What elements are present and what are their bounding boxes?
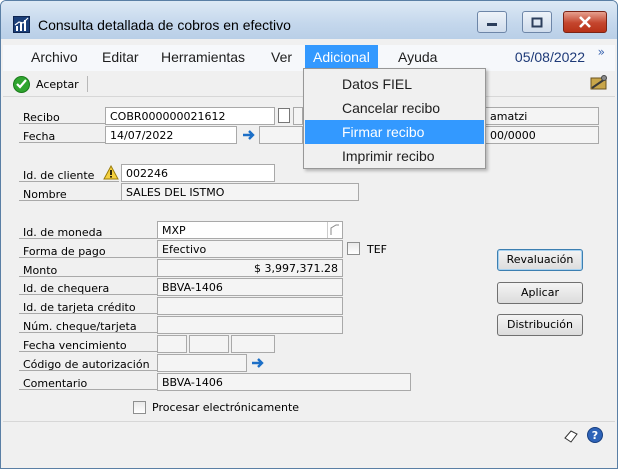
recibo-field[interactable]: COBR000000021612	[105, 107, 275, 125]
comentario-underline	[19, 389, 157, 390]
tools-icon[interactable]	[589, 74, 609, 92]
menu-herramientas[interactable]: Herramientas	[161, 49, 245, 65]
menu-ver[interactable]: Ver	[271, 49, 292, 65]
tarjeta-underline	[19, 313, 157, 314]
tef-checkbox[interactable]	[347, 242, 360, 255]
warning-icon	[103, 164, 119, 180]
fecha-extra-field	[259, 126, 303, 144]
menu-ayuda[interactable]: Ayuda	[398, 49, 437, 65]
accept-button[interactable]: Aceptar	[13, 75, 79, 93]
autorizacion-arrow-icon[interactable]	[250, 355, 266, 371]
cliente-underline	[19, 181, 119, 182]
vencimiento-month-field	[189, 335, 229, 353]
document-icon[interactable]	[278, 108, 290, 123]
vencimiento-underline	[19, 351, 157, 352]
moneda-field[interactable]: MXP	[157, 221, 343, 239]
forma-pago-underline	[19, 257, 157, 258]
cliente-field[interactable]: 002246	[121, 164, 275, 182]
menu-archivo[interactable]: Archivo	[31, 49, 78, 65]
tef-label: TEF	[367, 243, 387, 256]
num-cheque-field	[157, 316, 343, 334]
arrow-right-icon[interactable]	[241, 127, 257, 143]
adicional-dropdown: Datos FIEL Cancelar recibo Firmar recibo…	[303, 68, 486, 169]
monto-underline	[19, 276, 157, 277]
nombre-underline	[19, 200, 121, 201]
toolbar-separator	[87, 76, 88, 92]
maximize-button[interactable]	[522, 11, 552, 33]
close-icon	[564, 12, 606, 32]
chequera-field: BBVA-1406	[157, 278, 343, 296]
menu-editar[interactable]: Editar	[102, 49, 139, 65]
chequera-underline	[19, 294, 157, 295]
usuario-field[interactable]: amatzi	[485, 107, 599, 125]
menu-item-imprimir-recibo[interactable]: Imprimir recibo	[305, 144, 484, 168]
menu-item-firmar-recibo[interactable]: Firmar recibo	[305, 120, 484, 144]
tarjeta-field	[157, 297, 343, 315]
procesar-checkbox[interactable]	[133, 401, 146, 414]
num-cheque-underline	[19, 332, 157, 333]
moneda-underline	[19, 238, 157, 239]
fecha-partial-field[interactable]: 00/0000	[485, 126, 599, 144]
app-chart-icon	[13, 16, 30, 33]
window-title: Consulta detallada de cobros en efectivo	[38, 17, 291, 33]
current-date: 05/08/2022	[514, 49, 585, 65]
monto-field: $ 3,997,371.28	[157, 259, 343, 277]
vencimiento-day-field	[157, 335, 187, 353]
procesar-label: Procesar electrónicamente	[152, 401, 300, 414]
minimize-icon	[478, 12, 506, 32]
recibo-underline	[19, 123, 105, 124]
fecha-field[interactable]: 14/07/2022	[105, 126, 237, 144]
revaluacion-button[interactable]: Revaluación	[497, 249, 583, 271]
minimize-button[interactable]	[477, 11, 507, 33]
maximize-icon	[523, 12, 551, 32]
title-bar: Consulta detallada de cobros en efectivo	[1, 1, 617, 39]
main-window: Consulta detallada de cobros en efectivo…	[0, 0, 618, 469]
menu-overflow-chevron-icon[interactable]: »	[598, 45, 605, 59]
autorizacion-underline	[19, 370, 157, 371]
fecha-underline	[19, 142, 105, 143]
accept-label: Aceptar	[36, 77, 79, 91]
close-button[interactable]	[563, 11, 607, 33]
distribucion-button[interactable]: Distribución	[497, 314, 583, 336]
forma-pago-field: Efectivo	[157, 240, 343, 258]
help-icon[interactable]: ?	[587, 427, 603, 443]
menu-item-cancelar-recibo[interactable]: Cancelar recibo	[305, 96, 484, 120]
note-icon[interactable]	[563, 428, 579, 444]
autorizacion-field	[157, 354, 247, 372]
status-divider	[3, 421, 615, 422]
menu-item-datos-fiel[interactable]: Datos FIEL	[305, 72, 484, 96]
comentario-field: BBVA-1406	[157, 373, 411, 391]
recibo-extra-field	[293, 107, 303, 125]
aplicar-button[interactable]: Aplicar	[497, 282, 583, 304]
vencimiento-year-field	[231, 335, 275, 353]
nombre-field: SALES DEL ISTMO	[121, 183, 359, 201]
lookup-icon[interactable]	[327, 222, 341, 238]
checkmark-icon	[13, 75, 30, 93]
